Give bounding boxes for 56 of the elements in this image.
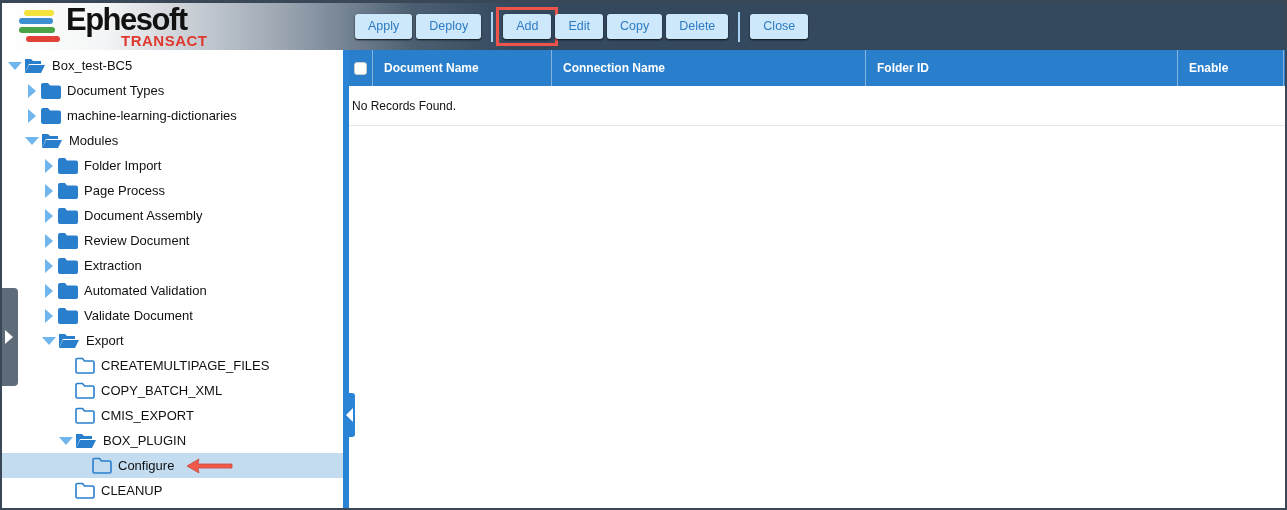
tree-item[interactable]: machine-learning-dictionaries xyxy=(23,103,343,128)
folder-icon xyxy=(58,157,78,174)
folder-icon xyxy=(75,482,95,499)
expand-handle[interactable] xyxy=(2,288,18,386)
collapse-handle[interactable] xyxy=(343,393,355,437)
toolbar-button[interactable]: Apply xyxy=(355,14,413,39)
tree-item[interactable]: Review Document xyxy=(40,228,343,253)
open-folder-icon xyxy=(58,332,80,349)
tree-item[interactable]: Page Process xyxy=(40,178,343,203)
folder-icon xyxy=(58,182,78,199)
tree-item[interactable]: BOX_PLUGIN xyxy=(57,428,343,453)
collapse-icon xyxy=(345,408,353,422)
folder-icon xyxy=(92,457,112,474)
folder-icon xyxy=(75,382,95,399)
tree-item[interactable]: Extraction xyxy=(40,253,343,278)
toolbar-button[interactable]: Add xyxy=(503,14,552,39)
open-folder-icon xyxy=(41,132,63,149)
tree-item[interactable]: Modules xyxy=(23,128,343,153)
toolbar-button[interactable]: Close xyxy=(750,14,809,39)
tree-item[interactable]: Document Types xyxy=(23,78,343,103)
toolbar-button[interactable]: Edit xyxy=(555,14,603,39)
tree-item[interactable]: Validate Document xyxy=(40,303,343,328)
folder-icon xyxy=(58,307,78,324)
folder-icon xyxy=(58,282,78,299)
toolbar-button[interactable]: Delete xyxy=(666,14,729,39)
folder-icon xyxy=(58,257,78,274)
folder-icon xyxy=(75,407,95,424)
folder-icon xyxy=(41,82,61,99)
select-all-checkbox[interactable] xyxy=(354,61,367,75)
tree-item[interactable]: Folder Import xyxy=(40,153,343,178)
empty-message: No Records Found. xyxy=(349,86,1285,126)
pointer-arrow xyxy=(186,457,235,474)
column-header[interactable]: Document Name xyxy=(373,50,552,86)
tree-item[interactable]: Export xyxy=(40,328,343,353)
toolbar-button[interactable]: Copy xyxy=(607,14,663,39)
toolbar-button[interactable]: Deploy xyxy=(416,14,482,39)
logo-subtitle: TRANSACT xyxy=(121,33,208,48)
tree-item[interactable]: Automated Validation xyxy=(40,278,343,303)
open-folder-icon xyxy=(24,57,46,74)
folder-icon xyxy=(58,232,78,249)
tree-item[interactable]: COPY_BATCH_XML xyxy=(57,378,343,403)
tree-item[interactable]: Configure xyxy=(2,453,343,478)
column-header[interactable]: Enable xyxy=(1178,50,1284,86)
tree-item[interactable]: CREATEMULTIPAGE_FILES xyxy=(57,353,343,378)
logo-icon xyxy=(18,8,62,45)
column-header[interactable]: Folder ID xyxy=(866,50,1178,86)
folder-icon xyxy=(58,207,78,224)
open-folder-icon xyxy=(75,432,97,449)
tree-item[interactable]: CMIS_EXPORT xyxy=(57,403,343,428)
folder-icon xyxy=(41,107,61,124)
tree-item[interactable]: Box_test-BC5 xyxy=(6,53,343,78)
expand-icon xyxy=(5,330,13,344)
column-header[interactable]: Connection Name xyxy=(552,50,866,86)
tree-item[interactable]: Document Assembly xyxy=(40,203,343,228)
tree-item[interactable]: CLEANUP xyxy=(57,478,343,503)
folder-icon xyxy=(75,357,95,374)
